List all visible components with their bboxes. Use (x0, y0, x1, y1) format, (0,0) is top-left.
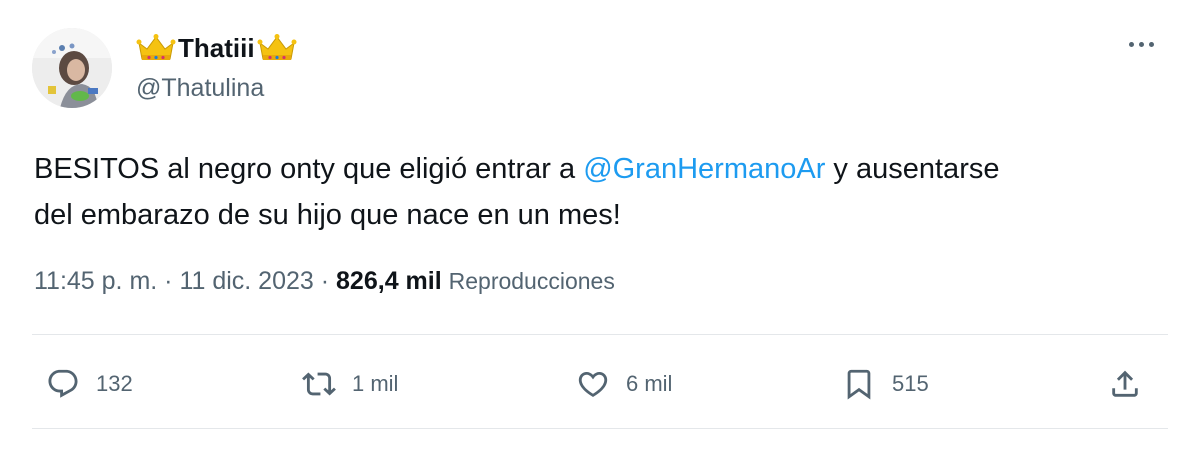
crown-icon (136, 34, 176, 60)
retweet-icon (302, 372, 336, 396)
tweet-text: BESITOS al negro onty que eligió entrar … (34, 146, 1164, 238)
reply-count: 132 (96, 371, 133, 396)
share-button[interactable] (1108, 358, 1142, 410)
more-icon[interactable] (1129, 42, 1154, 47)
tweet-text-part: y ausentarse (825, 153, 1000, 185)
tweet-time[interactable]: 11:45 p. m. (34, 267, 157, 295)
share-icon (1112, 370, 1138, 397)
avatar-image (32, 28, 112, 108)
divider (32, 334, 1168, 335)
bookmark-count: 515 (892, 371, 929, 396)
mention-link[interactable]: @GranHermanoAr (583, 153, 825, 185)
views-label[interactable]: Reproducciones (449, 268, 615, 294)
like-count: 6 mil (626, 371, 673, 396)
meta-separator: · (157, 267, 180, 295)
retweet-count: 1 mil (352, 371, 399, 396)
display-name[interactable]: Thatiii (136, 31, 297, 65)
tweet-text-part: del embarazo de su hijo que nace en un m… (34, 199, 621, 231)
views-count[interactable]: 826,4 mil (336, 267, 442, 295)
retweet-button[interactable]: 1 mil (302, 358, 398, 410)
tweet-meta: 11:45 p. m. · 11 dic. 2023 · 826,4 mil R… (34, 267, 615, 296)
reply-button[interactable]: 132 (46, 358, 133, 410)
meta-separator: · (313, 267, 337, 295)
reply-icon (48, 369, 78, 398)
avatar[interactable] (32, 28, 112, 108)
crown-icon (257, 34, 297, 60)
more-dot (1139, 42, 1144, 47)
tweet-text-part: BESITOS al negro onty que eligió entrar … (34, 153, 584, 185)
user-handle[interactable]: @Thatulina (136, 74, 264, 103)
action-bar: 132 1 mil 6 mil 515 (0, 358, 1200, 410)
tweet-date[interactable]: 11 dic. 2023 (179, 267, 313, 295)
like-icon (578, 371, 608, 397)
like-button[interactable]: 6 mil (576, 358, 672, 410)
bookmark-icon (847, 369, 871, 400)
bookmark-button[interactable]: 515 (842, 358, 929, 410)
display-name-text: Thatiii (178, 32, 255, 63)
tweet-card: Thatiii @Thatulina BESITOS al negro onty… (0, 0, 1200, 454)
more-dot (1149, 42, 1154, 47)
more-dot (1129, 42, 1134, 47)
divider (32, 428, 1168, 429)
